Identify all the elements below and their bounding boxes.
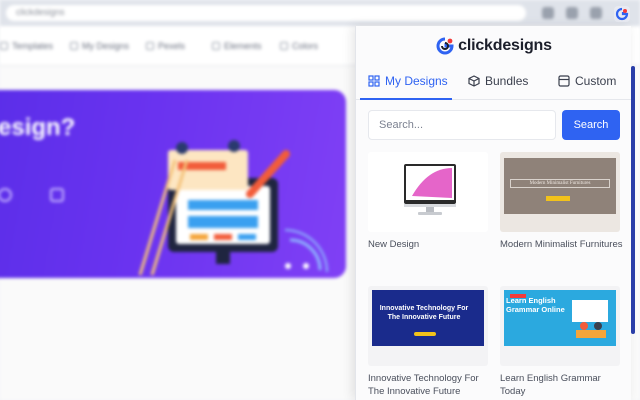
tab-custom[interactable]: Custom (558, 74, 616, 88)
design-thumbnail: Innovative Technology For The Innovative… (368, 286, 488, 366)
search-row: Search (368, 110, 620, 140)
tab-label: Custom (575, 74, 617, 88)
address-text: clickdesigns (16, 7, 65, 17)
design-card-innovative-technology[interactable]: Innovative Technology For The Innovative… (368, 286, 492, 398)
bg-nav-pexels[interactable]: Pexels (146, 41, 185, 51)
hero-banner: esign? (0, 90, 346, 278)
share-icon[interactable] (566, 7, 578, 19)
tab-bar: My Designs Bundles Custom (356, 66, 631, 100)
design-title: New Design (368, 239, 420, 250)
design-thumbnail: Modern Minimalist Furnitures (500, 152, 620, 232)
brand-header: clickdesigns (356, 34, 631, 58)
tab-label: My Designs (385, 74, 448, 88)
monitor-icon (404, 164, 456, 215)
search-button[interactable]: Search (562, 110, 620, 140)
design-card-modern-minimalist[interactable]: Modern Minimalist Furnitures Modern Mini… (500, 152, 624, 251)
clickdesigns-extension-icon[interactable] (614, 6, 630, 22)
cube-icon (468, 75, 480, 87)
address-bar[interactable]: clickdesigns (6, 5, 526, 21)
bg-nav-my-designs[interactable]: My Designs (70, 41, 129, 51)
design-card-learn-english[interactable]: Learn English Grammar Online Learn Engli… (500, 286, 624, 398)
bg-nav-colors[interactable]: Colors (280, 41, 318, 51)
design-thumbnail (368, 152, 488, 232)
zoom-icon[interactable] (542, 7, 554, 19)
tab-label: Bundles (485, 74, 529, 88)
bg-nav-elements[interactable]: Elements (212, 41, 262, 51)
popup-scrollbar[interactable] (631, 66, 635, 334)
design-title: Innovative Technology For The Innovative… (368, 373, 479, 397)
grid-icon (368, 75, 380, 87)
design-card-new-design[interactable]: New Design (368, 152, 492, 251)
brand-name: clickdesigns (458, 37, 552, 54)
extension-popup: clickdesigns My Designs Bundles Custom S… (355, 26, 631, 400)
design-title: Learn English Grammar Today (500, 373, 601, 397)
bg-nav-templates[interactable]: Templates (0, 41, 53, 51)
hero-illustration (138, 140, 328, 276)
classroom-illustration (510, 294, 608, 338)
active-tab-indicator (360, 98, 452, 100)
tab-my-designs[interactable]: My Designs (368, 74, 448, 88)
tab-bundles[interactable]: Bundles (468, 74, 528, 88)
design-title: Modern Minimalist Furnitures (500, 239, 623, 250)
thumbnail-title: Innovative Technology For The Innovative… (379, 305, 469, 321)
browser-toolbar: clickdesigns (0, 0, 640, 26)
search-input[interactable] (368, 110, 556, 140)
extensions-icon[interactable] (590, 7, 602, 19)
thumbnail-title: Modern Minimalist Furnitures (510, 179, 610, 188)
clickdesigns-logo-icon (436, 37, 454, 55)
image-icon (558, 75, 570, 87)
design-thumbnail: Learn English Grammar Online (500, 286, 620, 366)
